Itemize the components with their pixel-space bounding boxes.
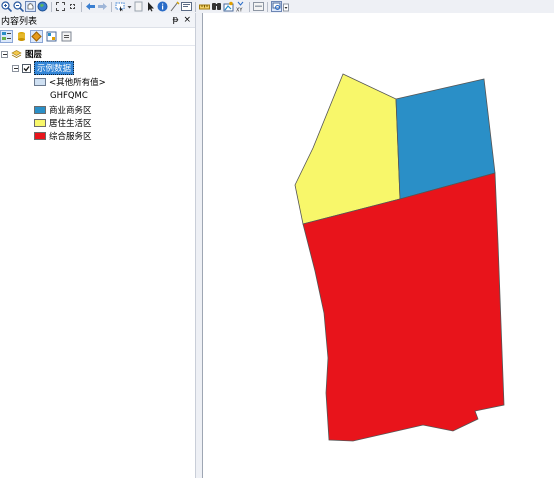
collapse-icon[interactable] bbox=[1, 50, 8, 58]
select-elements-icon[interactable] bbox=[145, 1, 156, 12]
zoom-in-icon[interactable] bbox=[1, 1, 12, 12]
legend-field-heading: GHFQMC bbox=[50, 90, 88, 102]
measure-icon[interactable] bbox=[199, 1, 210, 12]
toolbar-separator bbox=[195, 1, 196, 12]
toolbar-overflow-icon[interactable] bbox=[283, 1, 289, 12]
back-icon[interactable] bbox=[85, 1, 96, 12]
goto-xy-icon[interactable]: XY bbox=[235, 1, 246, 12]
time-slider-icon[interactable] bbox=[253, 1, 264, 12]
legend-swatch bbox=[34, 132, 46, 140]
toc-toolbar bbox=[0, 28, 195, 46]
toc-options-icon[interactable] bbox=[60, 30, 73, 43]
map-polygon-residential[interactable] bbox=[294, 73, 401, 225]
legend-label: 居住生活区 bbox=[49, 119, 92, 129]
clear-selection-icon[interactable] bbox=[133, 1, 144, 12]
list-by-drawing-order-icon[interactable] bbox=[0, 30, 13, 43]
table-of-contents-panel: 内容列表 ᵽ × 图层 示例数据 <其他所有值> GHFQMC 商业商务区 居住… bbox=[0, 13, 196, 478]
pin-icon[interactable]: ᵽ bbox=[172, 15, 178, 25]
legend-swatch bbox=[34, 119, 46, 127]
toc-title: 内容列表 bbox=[1, 16, 38, 27]
list-by-visibility-icon[interactable] bbox=[30, 30, 43, 43]
find-route-icon[interactable] bbox=[223, 1, 234, 12]
select-features-icon[interactable] bbox=[115, 1, 126, 12]
list-by-selection-icon[interactable] bbox=[45, 30, 58, 43]
toolbar-separator bbox=[81, 1, 82, 12]
layer-row[interactable]: 示例数据 bbox=[12, 61, 75, 75]
toolbar-separator bbox=[111, 1, 112, 12]
toc-title-bar: 内容列表 ᵽ × bbox=[0, 13, 195, 28]
list-by-source-icon[interactable] bbox=[15, 30, 28, 43]
html-popup-icon[interactable] bbox=[169, 1, 180, 12]
legend-label: 综合服务区 bbox=[49, 132, 92, 142]
field-name: GHFQMC bbox=[50, 91, 88, 101]
legend-label: <其他所有值> bbox=[49, 78, 106, 88]
legend-swatch bbox=[34, 78, 46, 86]
zoom-out-icon[interactable] bbox=[13, 1, 24, 12]
legend-item[interactable]: 商业商务区 bbox=[34, 104, 92, 116]
svg-text:XY: XY bbox=[236, 8, 243, 13]
legend-item[interactable]: 居住生活区 bbox=[34, 117, 92, 129]
toolbar-separator bbox=[51, 1, 52, 12]
full-extent-icon[interactable] bbox=[37, 1, 48, 12]
fixed-zoom-out-icon[interactable] bbox=[67, 1, 78, 12]
create-viewer-icon[interactable] bbox=[271, 1, 282, 12]
map-view[interactable] bbox=[202, 13, 554, 478]
close-icon[interactable]: × bbox=[183, 15, 191, 25]
tree-root-row[interactable]: 图层 bbox=[1, 48, 42, 60]
chevron-down-icon[interactable] bbox=[127, 1, 132, 12]
map-canvas[interactable] bbox=[203, 13, 554, 478]
pan-icon[interactable] bbox=[25, 1, 36, 12]
legend-item[interactable]: 综合服务区 bbox=[34, 130, 92, 142]
legend-label: 商业商务区 bbox=[49, 106, 92, 116]
layers-icon bbox=[11, 50, 22, 58]
fixed-zoom-in-icon[interactable] bbox=[55, 1, 66, 12]
find-icon[interactable] bbox=[211, 1, 222, 12]
layer-name[interactable]: 示例数据 bbox=[34, 61, 75, 75]
main-toolbar: XY bbox=[0, 0, 554, 13]
legend-swatch bbox=[34, 106, 46, 114]
toolbar-separator bbox=[267, 1, 268, 12]
legend-item-other-values[interactable]: <其他所有值> bbox=[34, 76, 106, 88]
toolbar-separator bbox=[249, 1, 250, 12]
tree-root-label: 图层 bbox=[25, 50, 43, 60]
hyperlink-icon[interactable] bbox=[181, 1, 192, 12]
layer-visibility-checkbox[interactable] bbox=[22, 63, 31, 73]
forward-icon[interactable] bbox=[97, 1, 108, 12]
collapse-icon[interactable] bbox=[12, 64, 19, 72]
identify-icon[interactable] bbox=[157, 1, 168, 12]
